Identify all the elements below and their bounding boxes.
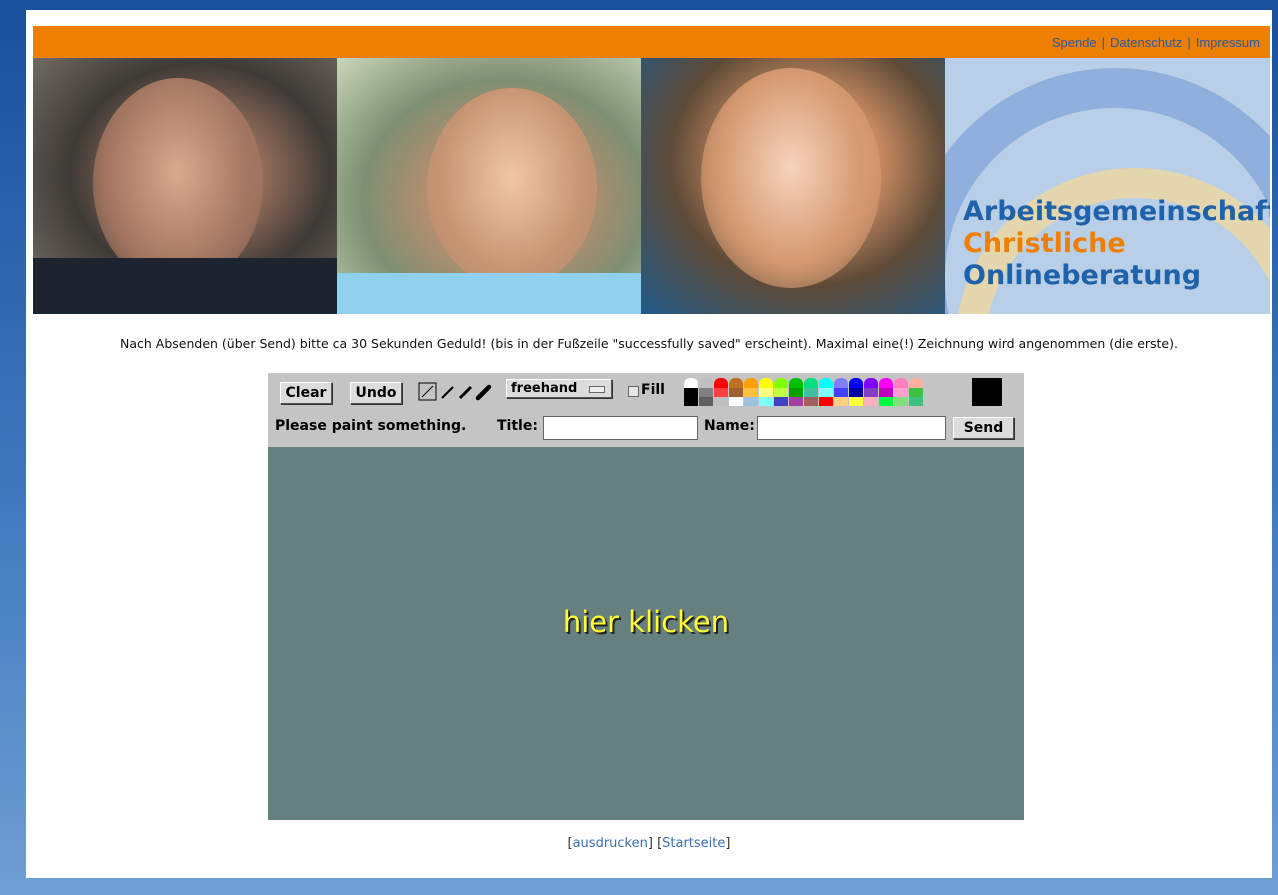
color-swatch[interactable] [774,388,788,397]
color-swatch[interactable] [744,378,758,388]
color-swatch[interactable] [684,378,698,388]
color-swatch[interactable] [819,397,833,406]
color-swatch[interactable] [774,378,788,388]
current-color-swatch [972,378,1002,406]
toolbar-row-1: Clear Undo freehand Fill [268,373,1024,410]
color-swatch[interactable] [744,388,758,397]
nav-separator: | [1187,34,1191,50]
color-swatch[interactable] [864,388,878,397]
color-swatch[interactable] [849,378,863,388]
color-swatch[interactable] [864,397,878,406]
color-swatch[interactable] [699,378,713,388]
drawing-applet: Clear Undo freehand Fill Please paint so… [268,373,1024,820]
color-swatch[interactable] [894,397,908,406]
title-label: Title: [497,418,538,434]
fill-checkbox[interactable] [628,386,639,397]
color-swatch[interactable] [729,397,743,406]
color-swatch[interactable] [879,378,893,388]
logo-line-2: Christliche [963,228,1126,259]
print-link[interactable]: ausdrucken [573,836,648,851]
link-impressum[interactable]: Impressum [1196,35,1260,50]
draw-mode-select[interactable]: freehand [506,379,612,398]
logo-panel: Arbeitsgemeinschaft Christliche Onlinebe… [945,58,1270,314]
header-banner: Arbeitsgemeinschaft Christliche Onlinebe… [33,58,1270,314]
banner-photo-girl [337,58,641,314]
color-swatch[interactable] [684,397,698,406]
color-swatch[interactable] [714,378,728,388]
color-swatch[interactable] [759,397,773,406]
color-swatch[interactable] [834,378,848,388]
color-swatch[interactable] [684,388,698,397]
link-datenschutz[interactable]: Datenschutz [1110,35,1182,50]
color-swatch[interactable] [789,388,803,397]
dropdown-indicator-icon [589,386,605,393]
top-navigation-bar: Spende | Datenschutz | Impressum [33,26,1270,58]
organization-name: Arbeitsgemeinschaft Christliche Onlinebe… [963,196,1270,292]
instruction-text: Nach Absenden (über Send) bitte ca 30 Se… [120,336,1178,351]
color-swatch[interactable] [864,378,878,388]
title-input[interactable] [543,416,698,440]
color-swatch[interactable] [879,397,893,406]
send-button[interactable]: Send [953,417,1014,439]
color-swatch[interactable] [699,397,713,406]
color-swatch[interactable] [804,388,818,397]
toolbar-row-2: Please paint something. Title: Name: Sen… [268,410,1024,447]
footer-links: [ausdrucken] [Startseite] [567,836,731,851]
color-swatch[interactable] [714,397,728,406]
logo-line-1: Arbeitsgemeinschaft [963,196,1270,227]
color-swatch[interactable] [909,378,923,388]
banner-photo-man [33,58,337,314]
color-swatch[interactable] [729,388,743,397]
nav-separator: | [1101,34,1106,50]
canvas-hint: hier klicken [562,604,730,639]
logo-line-3: Onlineberatung [963,260,1202,291]
color-swatch[interactable] [804,397,818,406]
name-label: Name: [704,418,755,434]
drawing-canvas[interactable]: hier klicken [268,447,1024,820]
clear-button[interactable]: Clear [280,382,332,404]
color-swatch[interactable] [699,388,713,397]
color-palette[interactable] [684,377,954,407]
home-link[interactable]: Startseite [662,836,725,851]
draw-mode-value: freehand [511,381,578,396]
color-swatch[interactable] [834,397,848,406]
color-swatch[interactable] [789,397,803,406]
color-swatch[interactable] [759,378,773,388]
color-swatch[interactable] [789,378,803,388]
name-input[interactable] [757,416,946,440]
color-swatch[interactable] [819,378,833,388]
color-swatch[interactable] [894,378,908,388]
color-swatch[interactable] [714,388,728,397]
color-swatch[interactable] [909,388,923,397]
color-swatch[interactable] [774,397,788,406]
color-swatch[interactable] [879,388,893,397]
brush-size-picker [418,382,492,401]
color-swatch[interactable] [894,388,908,397]
color-swatch[interactable] [834,388,848,397]
fill-label: Fill [641,382,665,398]
color-swatch[interactable] [744,397,758,406]
color-swatch[interactable] [819,388,833,397]
color-swatch[interactable] [759,388,773,397]
status-message: Please paint something. [275,418,467,434]
color-swatch[interactable] [909,397,923,406]
undo-button[interactable]: Undo [350,382,402,404]
banner-photo-woman [641,58,945,314]
color-swatch[interactable] [849,397,863,406]
color-swatch[interactable] [729,378,743,388]
color-swatch[interactable] [804,378,818,388]
color-swatch[interactable] [849,388,863,397]
page: Spende | Datenschutz | Impressum Arbeits… [26,10,1272,878]
link-spende[interactable]: Spende [1052,35,1097,50]
